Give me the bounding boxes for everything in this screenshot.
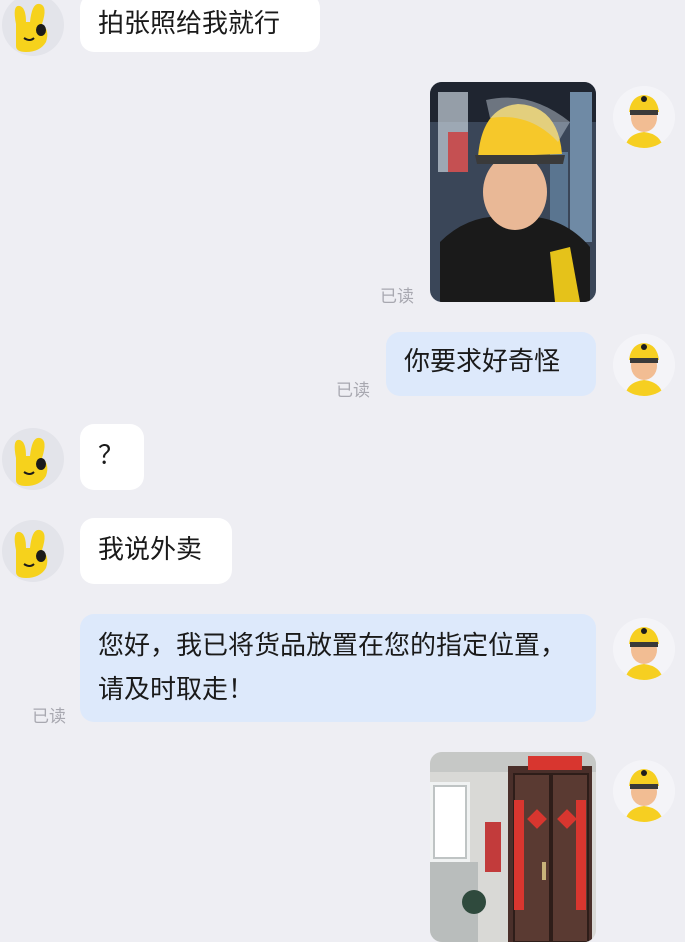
courier-avatar-icon	[613, 760, 675, 822]
read-receipt: 已读	[336, 381, 370, 401]
door-photo-image	[430, 752, 596, 942]
selfie-photo[interactable]	[430, 82, 596, 302]
message-bubble[interactable]: 我说外卖	[80, 518, 232, 584]
my-avatar[interactable]	[613, 86, 675, 148]
contact-avatar[interactable]	[2, 0, 64, 56]
message-bubble[interactable]: 你要求好奇怪	[386, 332, 596, 396]
contact-mascot-icon	[14, 529, 48, 578]
message-bubble[interactable]: 您好，我已将货品放置在您的指定位置，请及时取走！	[80, 614, 596, 722]
door-photo[interactable]	[430, 752, 596, 942]
chat-area: 拍张照给我就行 已读 你要求好奇怪 已读 ？ 我说外卖 您好，我已将货品放置在您…	[0, 0, 685, 942]
read-receipt: 已读	[380, 287, 414, 307]
selfie-photo-image	[430, 82, 596, 302]
contact-mascot-icon	[14, 3, 48, 52]
contact-avatar[interactable]	[2, 520, 64, 582]
read-receipt: 已读	[32, 707, 66, 727]
courier-avatar-icon	[613, 618, 675, 680]
contact-mascot-icon	[14, 437, 48, 486]
my-avatar[interactable]	[613, 760, 675, 822]
message-bubble[interactable]: ？	[80, 424, 144, 490]
message-bubble[interactable]: 拍张照给我就行	[80, 0, 320, 52]
contact-avatar[interactable]	[2, 428, 64, 490]
courier-avatar-icon	[613, 334, 675, 396]
courier-avatar-icon	[613, 86, 675, 148]
my-avatar[interactable]	[613, 618, 675, 680]
my-avatar[interactable]	[613, 334, 675, 396]
